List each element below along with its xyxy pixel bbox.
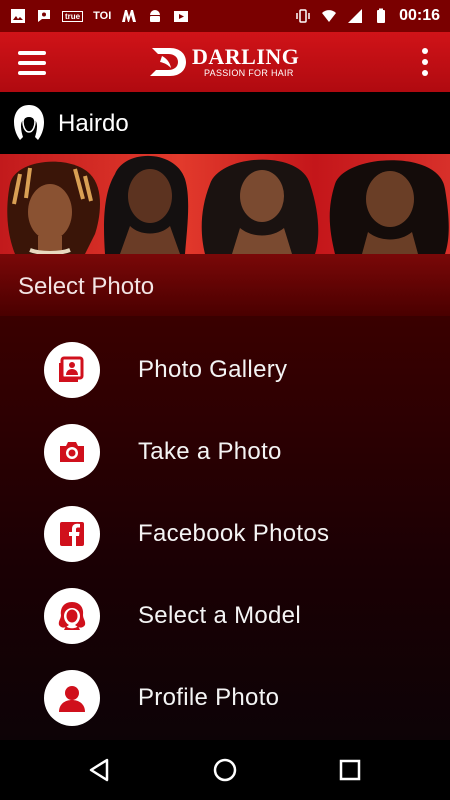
back-icon[interactable] (85, 755, 115, 785)
menu-item-label: Photo Gallery (138, 356, 288, 383)
camera-icon (60, 442, 84, 462)
wifi-icon (322, 10, 337, 22)
home-icon[interactable] (210, 755, 240, 785)
system-navigation-bar (0, 740, 450, 800)
profile-icon (59, 686, 85, 712)
menu-item-label: Select a Model (138, 602, 301, 629)
brand-tagline: PASSION FOR HAIR (204, 67, 294, 78)
signal-icon (348, 9, 363, 23)
darling-logo: DARLING PASSION FOR HAIR (148, 44, 299, 80)
section-title: Select Photo (18, 273, 155, 300)
status-bar: true TOI 00:16 (0, 0, 450, 32)
toi-notification: TOI (93, 10, 112, 22)
page-header: Hairdo (0, 92, 450, 154)
brand-name: DARLING (192, 43, 300, 69)
facebook-icon (60, 522, 84, 546)
models-banner-image (7, 155, 449, 254)
menu-item-select-model[interactable]: Select a Model (0, 575, 450, 657)
vibrate-icon (296, 9, 310, 23)
menu-item-icon-circle (44, 424, 100, 480)
menu-item-profile-photo[interactable]: Profile Photo (0, 657, 450, 739)
gallery-icon (59, 356, 84, 382)
battery-icon (377, 8, 386, 23)
page-title: Hairdo (58, 110, 129, 137)
play-notification-icon (174, 11, 189, 22)
menu-item-facebook-photos[interactable]: Facebook Photos (0, 493, 450, 575)
menu-item-icon-circle (44, 588, 100, 644)
recents-icon[interactable] (335, 755, 365, 785)
darling-logo-mark-icon (150, 48, 186, 76)
clock: 00:16 (399, 7, 440, 24)
section-header: Select Photo (0, 254, 450, 316)
android-icon (150, 10, 161, 22)
menu-item-photo-gallery[interactable]: Photo Gallery (0, 329, 450, 411)
models-banner (0, 154, 450, 254)
select-photo-menu: Photo Gallery Take a Photo Facebook Phot… (0, 316, 450, 740)
menu-icon[interactable] (18, 51, 46, 75)
chat-notification-icon (38, 10, 50, 22)
gallery-notification-icon (11, 9, 25, 23)
overflow-menu-icon[interactable] (420, 48, 430, 78)
menu-item-icon-circle (44, 670, 100, 726)
menu-item-icon-circle (44, 342, 100, 398)
model-icon (58, 602, 86, 630)
menu-item-label: Take a Photo (138, 438, 282, 465)
menu-item-label: Facebook Photos (138, 520, 330, 547)
m-notification-icon (122, 10, 137, 22)
hair-silhouette-icon (14, 105, 44, 140)
true-badge: true (62, 10, 84, 22)
menu-item-icon-circle (44, 506, 100, 562)
menu-item-label: Profile Photo (138, 684, 280, 711)
app-toolbar: DARLING PASSION FOR HAIR (0, 32, 450, 92)
menu-item-take-photo[interactable]: Take a Photo (0, 411, 450, 493)
